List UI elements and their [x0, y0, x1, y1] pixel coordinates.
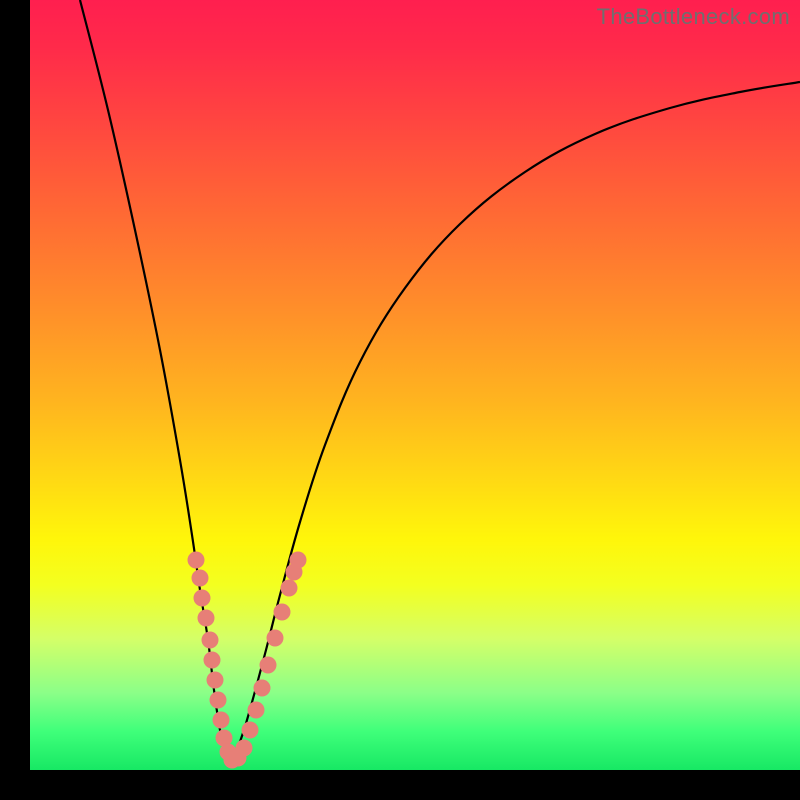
scatter-dot: [198, 610, 215, 627]
chart-stage: TheBottleneck.com: [0, 0, 800, 800]
scatter-dot: [274, 604, 291, 621]
scatter-dot: [194, 590, 211, 607]
scatter-dot: [248, 702, 265, 719]
scatter-dot: [260, 657, 277, 674]
curve-layer: [30, 0, 800, 770]
scatter-dot: [267, 630, 284, 647]
scatter-dot: [290, 552, 307, 569]
left-curve: [80, 0, 230, 764]
scatter-dot: [210, 692, 227, 709]
scatter-dot: [254, 680, 271, 697]
scatter-dot: [188, 552, 205, 569]
scatter-dots: [188, 552, 307, 769]
scatter-dot: [192, 570, 209, 587]
scatter-dot: [281, 580, 298, 597]
scatter-dot: [204, 652, 221, 669]
scatter-dot: [207, 672, 224, 689]
scatter-dot: [242, 722, 259, 739]
right-curve: [230, 82, 800, 764]
scatter-dot: [213, 712, 230, 729]
plot-area: TheBottleneck.com: [30, 0, 800, 770]
scatter-dot: [236, 740, 253, 757]
scatter-dot: [202, 632, 219, 649]
